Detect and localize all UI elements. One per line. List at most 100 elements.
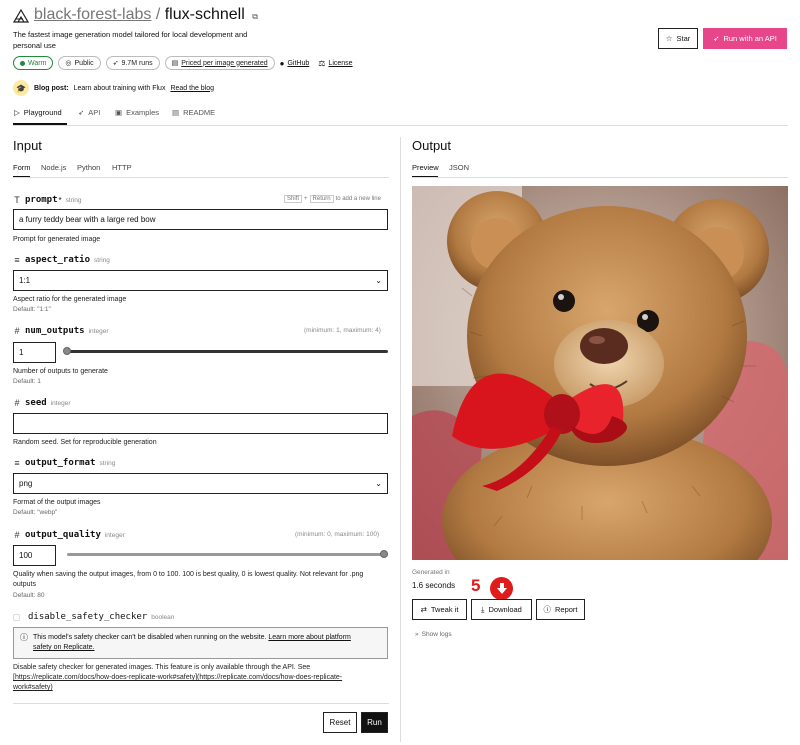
generated-label: Generated in bbox=[412, 569, 450, 576]
output-format-label: ≡ output_format string bbox=[14, 458, 116, 468]
tweak-button[interactable]: ⇄ Tweak it bbox=[412, 599, 467, 620]
safety-learn-more-link[interactable]: Learn more about platform bbox=[268, 634, 351, 641]
num-outputs-description: Number of outputs to generate bbox=[13, 368, 108, 375]
hash-icon: # bbox=[14, 530, 20, 540]
sliders-icon: ⇄ bbox=[420, 605, 427, 614]
public-badge: ◎ Public bbox=[58, 56, 101, 70]
hash-icon: # bbox=[14, 326, 20, 336]
chevron-right-icon: » bbox=[415, 631, 419, 638]
num-outputs-input[interactable]: 1 bbox=[13, 342, 56, 363]
license-link[interactable]: ⚖ License bbox=[318, 59, 352, 68]
show-logs-link[interactable]: » Show logs bbox=[415, 631, 452, 638]
blog-banner: 🎓 Blog post: Learn about training with F… bbox=[13, 80, 214, 96]
tab-readme[interactable]: ▤ README bbox=[172, 108, 215, 117]
seed-label: # seed integer bbox=[14, 398, 71, 408]
generated-time: 1.6 seconds bbox=[412, 581, 456, 590]
output-format-default: Default: "webp" bbox=[13, 509, 58, 516]
input-tab-http[interactable]: HTTP bbox=[112, 163, 132, 172]
output-tabs-divider bbox=[412, 177, 788, 178]
input-footer-divider bbox=[13, 703, 389, 704]
badge-row: Warm ◎ Public ➶ 9.7M runs ▤ Priced per i… bbox=[13, 56, 353, 70]
input-tabs-divider bbox=[13, 177, 389, 178]
output-format-description: Format of the output images bbox=[13, 499, 101, 506]
page-title: black-forest-labs / flux-schnell ⧉ bbox=[34, 6, 258, 24]
safety-docs-link-cont[interactable]: work#safety) bbox=[13, 683, 342, 693]
star-button[interactable]: ☆ Star bbox=[658, 28, 698, 49]
annotation-arrow-down-icon bbox=[490, 577, 513, 600]
prompt-input[interactable]: a furry teddy bear with a large red bow bbox=[13, 209, 388, 230]
input-tab-nodejs[interactable]: Node.js bbox=[41, 163, 66, 172]
rocket-icon: ➶ bbox=[713, 34, 720, 43]
play-icon: ▷ bbox=[14, 108, 20, 117]
aspect-ratio-default: Default: "1:1" bbox=[13, 306, 51, 313]
github-link[interactable]: ● GitHub bbox=[280, 59, 310, 68]
scale-icon: ⚖ bbox=[318, 58, 326, 68]
tab-playground[interactable]: ▷ Playground bbox=[14, 108, 62, 117]
prompt-description: Prompt for generated image bbox=[13, 236, 101, 243]
aspect-ratio-select[interactable]: 1:1 ⌄ bbox=[13, 270, 388, 291]
output-quality-label: # output_quality integer bbox=[14, 530, 125, 540]
annotation-number: 5 bbox=[471, 576, 481, 595]
aspect-ratio-label: ≡ aspect_ratio string bbox=[14, 255, 110, 265]
num-outputs-range: (minimum: 1, maximum: 4) bbox=[304, 327, 381, 334]
output-title: Output bbox=[412, 138, 452, 153]
receipt-icon: ▤ bbox=[171, 60, 179, 67]
safety-learn-more-link-cont[interactable]: safety on Replicate. bbox=[33, 644, 94, 651]
column-divider bbox=[400, 137, 401, 742]
output-image[interactable] bbox=[412, 186, 788, 560]
output-quality-slider-track[interactable] bbox=[67, 553, 388, 556]
run-button[interactable]: Run bbox=[361, 712, 388, 733]
output-tab-preview[interactable]: Preview bbox=[412, 163, 439, 172]
output-tab-json[interactable]: JSON bbox=[449, 163, 469, 172]
download-button[interactable]: ⤓ Download bbox=[471, 599, 532, 620]
report-button[interactable]: ⓘ Report bbox=[536, 599, 585, 620]
chevron-down-icon: ⌄ bbox=[375, 276, 382, 285]
chevron-down-icon: ⌄ bbox=[375, 479, 382, 488]
output-quality-range: (minimum: 0, maximum: 100) bbox=[295, 531, 380, 538]
prompt-label: T prompt * string bbox=[14, 195, 82, 205]
runs-badge: ➶ 9.7M runs bbox=[105, 56, 160, 70]
tab-api[interactable]: ➶ API bbox=[78, 108, 100, 117]
owner-link[interactable]: black-forest-labs bbox=[34, 6, 151, 23]
safety-checker-label: disable_safety_checker boolean bbox=[13, 612, 174, 622]
globe-icon: ◎ bbox=[65, 60, 72, 67]
output-quality-input[interactable]: 100 bbox=[13, 545, 56, 566]
input-tab-form[interactable]: Form bbox=[13, 163, 31, 172]
model-description: The fastest image generation model tailo… bbox=[13, 30, 248, 50]
safety-docs-link[interactable]: [https://replicate.com/docs/how-does-rep… bbox=[13, 673, 342, 683]
rocket-icon: ➶ bbox=[78, 108, 85, 117]
graduation-cap-icon: 🎓 bbox=[13, 80, 29, 96]
run-with-api-button[interactable]: ➶ Run with an API bbox=[703, 28, 787, 49]
reset-button[interactable]: Reset bbox=[323, 712, 357, 733]
num-outputs-default: Default: 1 bbox=[13, 378, 41, 385]
input-tab-python[interactable]: Python bbox=[77, 163, 100, 172]
warm-badge: Warm bbox=[13, 56, 54, 70]
tab-examples[interactable]: ▣ Examples bbox=[115, 108, 159, 117]
num-outputs-slider-thumb[interactable] bbox=[63, 347, 71, 355]
read-blog-link[interactable]: Read the blog bbox=[170, 85, 214, 92]
alert-icon: ⓘ bbox=[543, 605, 551, 614]
copy-icon[interactable]: ⧉ bbox=[252, 12, 258, 21]
github-icon: ● bbox=[279, 58, 285, 68]
list-icon: ≡ bbox=[14, 255, 20, 265]
seed-input[interactable] bbox=[13, 413, 388, 434]
warm-dot-icon bbox=[20, 60, 25, 66]
num-outputs-slider-track[interactable] bbox=[67, 350, 388, 353]
aspect-ratio-description: Aspect ratio for the generated image bbox=[13, 296, 127, 303]
logo-icon bbox=[12, 8, 30, 23]
input-title: Input bbox=[13, 138, 42, 153]
title-separator: / bbox=[155, 6, 161, 23]
output-format-select[interactable]: png ⌄ bbox=[13, 473, 388, 494]
safety-checkbox[interactable] bbox=[13, 613, 20, 621]
document-icon: ▤ bbox=[172, 108, 180, 117]
newline-hint: Shift + Return to add a new line bbox=[284, 195, 381, 203]
rocket-icon: ➶ bbox=[112, 60, 119, 67]
pricing-badge[interactable]: ▤ Priced per image generated bbox=[164, 56, 275, 70]
hash-icon: # bbox=[14, 398, 20, 408]
output-quality-slider-thumb[interactable] bbox=[380, 550, 388, 558]
output-quality-description: Quality when saving the output images, f… bbox=[13, 571, 364, 588]
download-icon: ⤓ bbox=[481, 604, 485, 614]
nav-divider bbox=[13, 125, 788, 126]
info-icon: ⓘ bbox=[20, 633, 28, 642]
image-icon: ▣ bbox=[115, 108, 123, 117]
